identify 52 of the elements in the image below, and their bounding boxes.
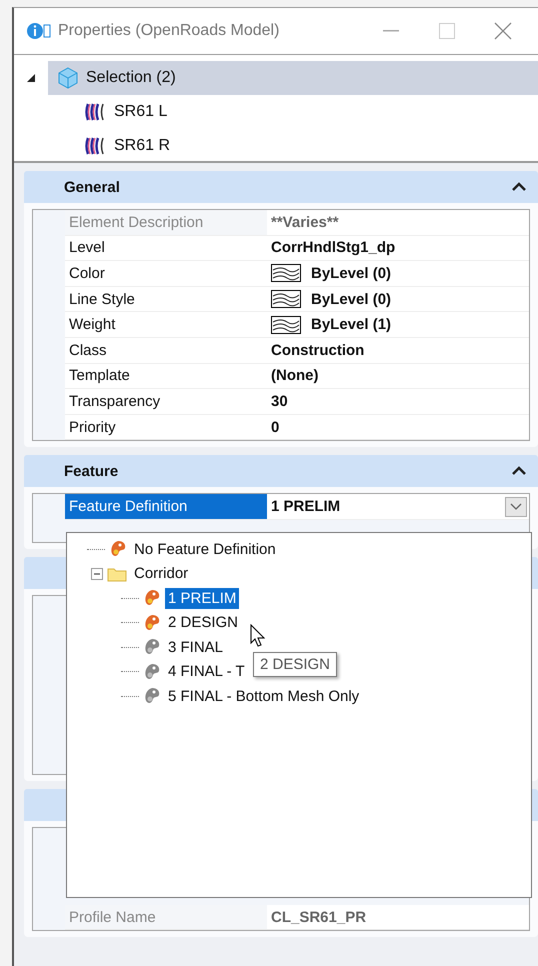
property-value: CorrHndlStg1_dp (271, 239, 396, 256)
tree-item[interactable]: Selection (2) (48, 61, 538, 95)
folder-icon (107, 566, 127, 582)
property-value: ByLevel (1) (311, 316, 392, 334)
property-label: Template (68, 366, 131, 386)
property-value: 30 (271, 392, 288, 410)
mouse-cursor-icon (250, 624, 266, 648)
property-value: 0 (271, 418, 280, 436)
pattern-swatch-icon (271, 290, 301, 308)
property-label: Class (68, 340, 108, 361)
property-label: Transparency (68, 392, 162, 412)
pattern-swatch-icon (271, 264, 301, 282)
property-value: (None) (271, 367, 318, 384)
feature-definition-item[interactable]: 3 FINAL (165, 636, 226, 658)
section-header[interactable]: Feature (24, 455, 538, 488)
property-label: Weight (68, 315, 116, 336)
properties-icon (26, 22, 52, 40)
property-value: 1 PRELIM (271, 498, 340, 516)
feature-definition-item[interactable]: 1 PRELIM (165, 588, 240, 609)
property-label: Element Description (65, 210, 267, 235)
property-label: Line Style (68, 290, 136, 310)
dropdown-button[interactable] (505, 496, 527, 517)
collapse-chevron-icon[interactable] (512, 466, 526, 476)
window-title: Properties (OpenRoads Model) (58, 22, 280, 40)
property-value: ByLevel (0) (311, 290, 392, 308)
chevron-down-icon (510, 502, 522, 511)
property-value: **Varies** (271, 214, 339, 231)
feature-definition-item[interactable]: No Feature Definition (131, 538, 279, 560)
tree-item[interactable]: SR61 R (114, 137, 170, 155)
close-icon (494, 22, 512, 40)
expand-arrow-icon[interactable] (26, 73, 36, 83)
minimize-icon (383, 30, 399, 32)
cube-icon (56, 66, 80, 90)
feature-definition-item[interactable]: 5 FINAL - Bottom Mesh Only (165, 686, 362, 707)
feature-definition-item[interactable]: 4 FINAL - T (165, 661, 248, 682)
collapse-icon[interactable] (91, 568, 103, 580)
property-label[interactable]: Feature Definition (65, 494, 267, 519)
folder-label[interactable]: Corridor (131, 563, 192, 584)
tooltip: 2 DESIGN (253, 652, 338, 677)
property-value: ByLevel (0) (311, 264, 392, 282)
maximize-icon (439, 23, 455, 39)
property-label: Priority (68, 418, 117, 438)
property-label: Color (68, 264, 106, 284)
section-header[interactable]: General (24, 171, 538, 203)
pattern-swatch-icon (271, 316, 301, 334)
property-value: Construction (271, 342, 364, 359)
property-value: CL_SR61_PR (271, 908, 366, 926)
collapse-chevron-icon[interactable] (512, 182, 526, 192)
feature-definition-item[interactable]: 2 DESIGN (165, 612, 242, 634)
property-label: Level (68, 238, 106, 258)
property-label: Profile Name (65, 904, 267, 930)
tree-item[interactable]: SR61 L (114, 103, 168, 121)
